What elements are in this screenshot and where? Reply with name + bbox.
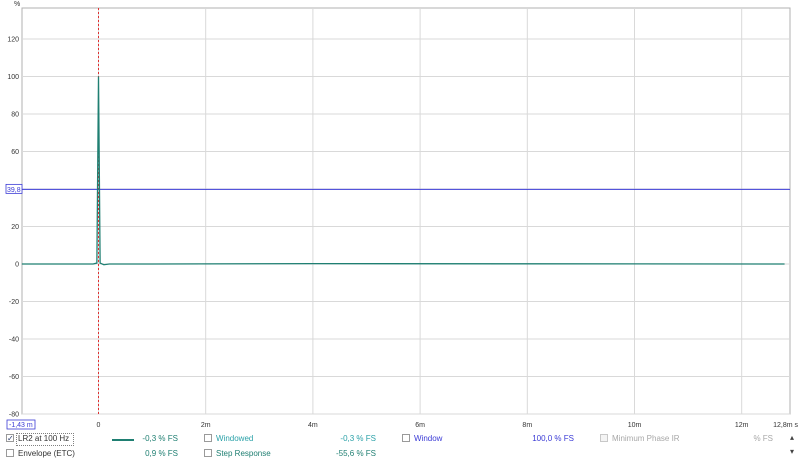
x-tick-label: 4m (308, 422, 318, 429)
triangle-down-icon[interactable]: ▾ (786, 446, 798, 458)
legend-value: % FS (753, 434, 773, 443)
legend-checkbox[interactable] (6, 432, 14, 446)
y-tick-label: 80 (11, 112, 19, 119)
x-tick-label: 10m (628, 422, 642, 429)
legend-color-swatch (112, 439, 134, 441)
legend-label: Windowed (216, 434, 254, 443)
legend-checkbox[interactable] (6, 449, 14, 457)
y-tick-label: 20 (11, 224, 19, 231)
y-tick-label: -40 (9, 337, 19, 344)
x-tick-label: 12m (735, 422, 749, 429)
trace-legend: LR2 at 100 Hz-0,3 % FSWindowed-0,3 % FSW… (0, 430, 800, 464)
legend-item[interactable]: Minimum Phase IR % FS (600, 432, 773, 446)
x-tick-label: 6m (415, 422, 425, 429)
legend-value: 100,0 % FS (532, 434, 574, 443)
y-tick-label: -60 (9, 374, 19, 381)
legend-label: Step Response (216, 449, 271, 458)
plot-frame (21, 7, 791, 415)
legend-item[interactable]: Window 100,0 % FS (402, 432, 574, 446)
legend-checkbox[interactable] (204, 434, 212, 442)
legend-value: -55,6 % FS (335, 449, 376, 458)
x-tick-label: 0 (97, 422, 101, 429)
y-tick-label: -80 (9, 412, 19, 419)
legend-checkbox[interactable] (204, 449, 212, 457)
y-tick-label: 120 (7, 37, 19, 44)
impulse-response-plot[interactable]: 120100806040200-20-40-60-80%02m4m6m8m10m… (0, 0, 800, 430)
legend-checkbox (600, 434, 608, 442)
legend-checkbox[interactable] (402, 434, 410, 442)
y-tick-label: 100 (7, 74, 19, 81)
legend-value: 0,9 % FS (145, 449, 178, 458)
window-level-readout: 39,8 (7, 187, 21, 194)
x-tick-label: 2m (201, 422, 211, 429)
triangle-up-icon[interactable]: ▴ (786, 432, 798, 444)
plot-canvas[interactable]: 120100806040200-20-40-60-80%02m4m6m8m10m… (0, 0, 800, 430)
legend-item[interactable]: Windowed -0,3 % FS (204, 432, 376, 446)
legend-item[interactable]: Envelope (ETC) 0,9 % FS (6, 447, 178, 461)
y-tick-label: -20 (9, 299, 19, 306)
y-tick-label: 60 (11, 149, 19, 156)
x-start-readout: -1,43 m (9, 422, 33, 429)
legend-label: Envelope (ETC) (18, 449, 75, 458)
y-unit-label: % (14, 1, 20, 8)
legend-item[interactable]: Step Response -55,6 % FS (204, 447, 376, 461)
legend-item[interactable]: LR2 at 100 Hz -0,3 % FS (6, 432, 178, 446)
y-tick-label: 0 (15, 262, 19, 269)
legend-label: LR2 at 100 Hz (18, 434, 70, 443)
x-end-label: 12,8m s (773, 422, 798, 429)
legend-label: Minimum Phase IR (612, 434, 680, 443)
legend-value: -0,3 % FS (142, 434, 178, 443)
x-tick-label: 8m (522, 422, 532, 429)
legend-label: Window (414, 434, 443, 443)
legend-value: -0,3 % FS (340, 434, 376, 443)
